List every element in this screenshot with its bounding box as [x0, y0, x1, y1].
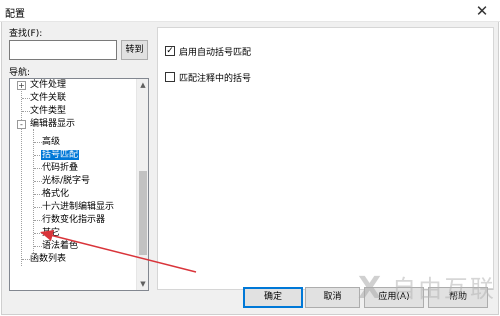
- scroll-up-icon[interactable]: ▲: [137, 79, 148, 91]
- tree-item-editor-display[interactable]: 编辑器显示: [29, 118, 76, 131]
- dialog-body: 查找(F): 转到 导航: + - 文件处理 文件关联 文件类型 编辑器显示 高…: [1, 22, 499, 315]
- comment-bracket-label[interactable]: 匹配注释中的括号: [179, 71, 251, 84]
- find-input[interactable]: [9, 40, 117, 60]
- goto-button[interactable]: 转到: [121, 40, 148, 60]
- nav-tree[interactable]: + - 文件处理 文件关联 文件类型 编辑器显示 高级 括号匹配 代码折叠 光标…: [9, 78, 149, 291]
- scroll-down-icon[interactable]: ▼: [137, 278, 148, 290]
- tree-item-function-list[interactable]: 函数列表: [29, 253, 67, 266]
- scroll-thumb[interactable]: [139, 171, 147, 255]
- tree-item-line-change-indicator[interactable]: 行数变化指示器: [41, 214, 106, 227]
- auto-bracket-label[interactable]: 启用自动括号匹配: [179, 45, 251, 58]
- tree-item-other[interactable]: 其它: [41, 227, 61, 240]
- find-label: 查找(F):: [9, 29, 43, 39]
- watermark-logo-icon: X: [358, 271, 382, 306]
- title-bar: 配置 ✕: [0, 0, 500, 22]
- tree-line: [21, 85, 22, 266]
- cancel-button[interactable]: 取消: [305, 287, 360, 308]
- auto-bracket-checkbox[interactable]: ✓: [165, 46, 175, 56]
- tree-item-advanced[interactable]: 高级: [41, 136, 61, 149]
- collapse-icon[interactable]: -: [17, 120, 26, 129]
- watermark: X 自由互联: [358, 271, 494, 309]
- tree-item-file-association[interactable]: 文件关联: [29, 92, 67, 105]
- expand-icon[interactable]: +: [17, 81, 26, 90]
- tree-item-file-handling[interactable]: 文件处理: [29, 79, 67, 92]
- tree-item-code-folding[interactable]: 代码折叠: [41, 162, 79, 175]
- nav-scrollbar[interactable]: ▲ ▼: [136, 79, 148, 290]
- tree-item-file-types[interactable]: 文件类型: [29, 105, 67, 118]
- tree-item-syntax-coloring[interactable]: 语法着色: [41, 240, 79, 253]
- tree-item-hex-display[interactable]: 十六进制编辑显示: [41, 201, 115, 214]
- comment-bracket-checkbox[interactable]: [165, 72, 175, 82]
- nav-label: 导航:: [9, 68, 31, 78]
- options-panel: ✓ 启用自动括号匹配 匹配注释中的括号: [157, 27, 494, 290]
- watermark-text: 自由互联: [392, 275, 496, 303]
- tree-line: [33, 129, 34, 253]
- window-title: 配置: [5, 9, 25, 20]
- ok-button[interactable]: 确定: [243, 287, 303, 308]
- tree-item-formatting[interactable]: 格式化: [41, 188, 70, 201]
- close-icon[interactable]: ✕: [464, 0, 500, 22]
- tree-item-bracket-matching[interactable]: 括号匹配: [39, 149, 81, 162]
- nav-tree-content: + - 文件处理 文件关联 文件类型 编辑器显示 高级 括号匹配 代码折叠 光标…: [10, 79, 137, 290]
- tree-item-cursor-caret[interactable]: 光标/脱字号: [41, 175, 91, 188]
